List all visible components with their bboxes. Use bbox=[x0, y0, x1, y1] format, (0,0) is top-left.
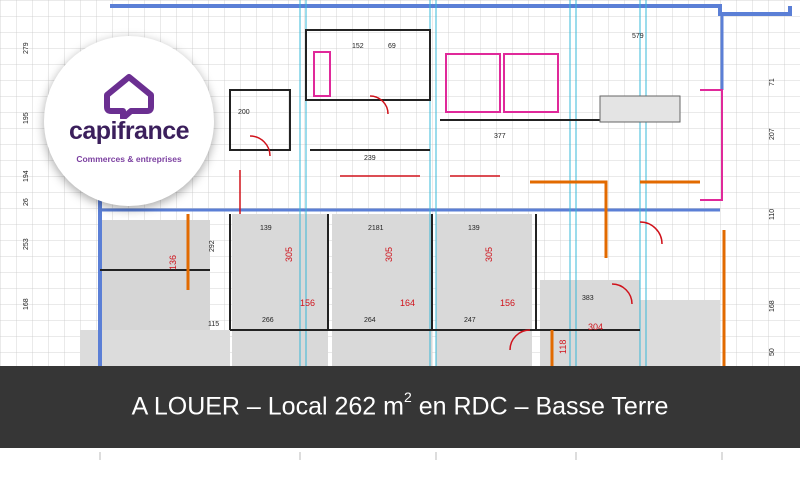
room-width: 156 bbox=[500, 298, 515, 308]
misc-dim: 377 bbox=[494, 133, 506, 140]
misc-dim: 118 bbox=[558, 340, 568, 354]
listing-title: A LOUER – Local 262 m2 en RDC – Basse Te… bbox=[131, 389, 669, 421]
lower-dim: 115 bbox=[208, 321, 219, 328]
room-width: 156 bbox=[300, 298, 315, 308]
lower-dim: 2181 bbox=[368, 225, 384, 232]
gray-room-2 bbox=[332, 214, 432, 366]
top-dim: 152 bbox=[352, 43, 364, 50]
lower-dim: 139 bbox=[468, 225, 480, 232]
misc-dim: 239 bbox=[364, 155, 376, 162]
title-rest: en RDC – Basse Terre bbox=[411, 392, 669, 421]
top-dim: 579 bbox=[632, 33, 644, 40]
left-dim: 279 bbox=[23, 42, 30, 54]
lower-dim: 247 bbox=[464, 317, 476, 324]
capifrance-logo: capifrance Commerces & entreprises bbox=[44, 36, 214, 206]
house-speech-bubble-icon bbox=[104, 73, 154, 119]
gray-corridor bbox=[80, 330, 230, 366]
right-dim: 71 bbox=[769, 78, 776, 86]
left-dim: 194 bbox=[23, 170, 30, 182]
gray-room-5 bbox=[640, 300, 720, 366]
left-dim: 195 bbox=[23, 112, 30, 124]
room-height: 305 bbox=[284, 247, 294, 262]
gray-room-3 bbox=[436, 214, 532, 366]
room-height: 304 bbox=[588, 322, 603, 332]
left-dim: 26 bbox=[23, 198, 30, 206]
lower-dim: 139 bbox=[260, 225, 272, 232]
misc-dim: 200 bbox=[238, 109, 250, 116]
room-height: 305 bbox=[484, 247, 494, 262]
right-dim: 168 bbox=[769, 300, 776, 312]
right-dim: 110 bbox=[769, 209, 776, 220]
lower-dim: 383 bbox=[582, 295, 594, 302]
room-height: 305 bbox=[384, 247, 394, 262]
listing-banner: A LOUER – Local 262 m2 en RDC – Basse Te… bbox=[0, 366, 800, 448]
bottom-strip bbox=[0, 448, 800, 493]
left-dim: 168 bbox=[23, 298, 30, 310]
lower-dim: 264 bbox=[364, 317, 376, 324]
listing-image: 279 195 194 253 168 26 71 207 110 168 50… bbox=[0, 0, 800, 493]
gray-room-1 bbox=[232, 214, 328, 366]
title-main: A LOUER – Local 262 m bbox=[131, 392, 404, 421]
misc-dim: 136 bbox=[168, 255, 178, 270]
room-width: 164 bbox=[400, 298, 415, 308]
right-dim: 207 bbox=[769, 128, 776, 140]
top-dim: 69 bbox=[388, 43, 396, 50]
lower-dim: 266 bbox=[262, 317, 274, 324]
right-dim: 50 bbox=[769, 348, 776, 356]
misc-dim: 292 bbox=[209, 240, 216, 252]
logo-tagline: Commerces & entreprises bbox=[76, 153, 182, 164]
left-dim: 253 bbox=[23, 238, 30, 250]
logo-wordmark: capifrance bbox=[68, 116, 190, 145]
title-superscript: 2 bbox=[403, 389, 412, 406]
counter bbox=[599, 95, 681, 123]
